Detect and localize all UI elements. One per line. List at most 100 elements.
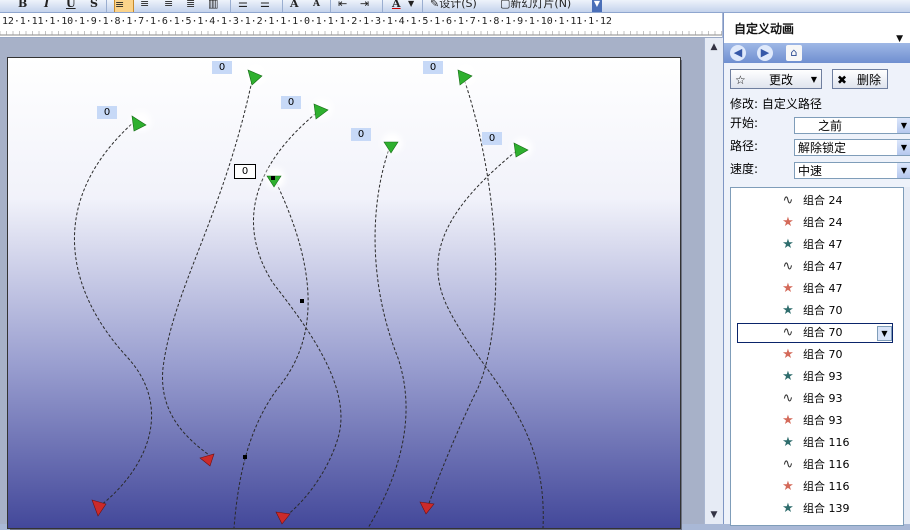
- bullets-button[interactable]: ☰: [260, 0, 270, 12]
- path-icon: ∿: [782, 259, 794, 274]
- path-icon: ∿: [782, 325, 794, 340]
- new-slide-label: 新幻灯片(N): [510, 0, 572, 10]
- ruler-labels: 12·1·11·1·10·1·9·1·8·1·7·1·6·1·5·1·4·1·3…: [2, 16, 612, 27]
- decrease-font-button[interactable]: A: [313, 0, 320, 12]
- align-left-button[interactable]: ≡: [114, 0, 134, 12]
- animation-order-tag[interactable]: 0: [423, 61, 443, 74]
- animation-list-item[interactable]: ∿ 组合 47: [731, 256, 903, 278]
- design-button[interactable]: ✎设计(S): [430, 0, 477, 12]
- columns-icon: ▥: [208, 0, 219, 10]
- italic-button[interactable]: I: [44, 0, 49, 12]
- path-icon: ∿: [782, 391, 794, 406]
- animation-order-tag[interactable]: 0: [234, 164, 256, 179]
- animation-item-label: 组合 47: [803, 260, 843, 273]
- animation-item-label: 组合 93: [803, 392, 843, 405]
- slide-canvas[interactable]: 0 0 0 0 0 0 0: [7, 57, 681, 529]
- change-effect-button[interactable]: ☆ 更改 ▼: [730, 69, 822, 89]
- animation-list-item[interactable]: ∿ 组合 116: [731, 454, 903, 476]
- animation-item-label: 组合 70: [803, 348, 843, 361]
- path-handle[interactable]: [243, 455, 247, 459]
- design-icon: ✎: [430, 0, 440, 10]
- align-right-button[interactable]: ≡: [164, 0, 173, 12]
- toolbar-options-button[interactable]: ▼: [592, 0, 602, 12]
- star-icon: ☆: [735, 73, 746, 87]
- animation-order-tag[interactable]: 0: [97, 106, 117, 119]
- chevron-down-icon: ▼: [593, 0, 601, 8]
- scroll-up-icon[interactable]: ▲: [707, 40, 721, 54]
- change-button-label: 更改: [769, 73, 794, 87]
- animation-list[interactable]: ∿ 组合 24 ★ 组合 24 ★ 组合 47 ∿ 组合 47 ★ 组合 47 ★ 组合 70 ∿ 组合 …: [730, 187, 904, 526]
- chevron-down-icon: ▼: [897, 118, 910, 133]
- animation-list-item[interactable]: ★ 组合 70: [731, 300, 903, 322]
- path-handle[interactable]: [271, 176, 275, 180]
- list-scrollbar[interactable]: [904, 187, 910, 524]
- bulleted-list-icon: ☰: [260, 0, 270, 10]
- animation-list-item[interactable]: ★ 组合 116: [731, 432, 903, 454]
- speed-select[interactable]: 中速 ▼: [794, 162, 910, 179]
- justify-button[interactable]: ≣: [186, 0, 195, 12]
- motion-path-4[interactable]: [233, 177, 309, 528]
- animation-item-label: 组合 47: [803, 282, 843, 295]
- indent-icon: ⇥: [360, 0, 370, 10]
- end-arrow-icon[interactable]: [275, 511, 291, 525]
- animation-list-item[interactable]: ★ 组合 70: [731, 344, 903, 366]
- increase-indent-button[interactable]: ⇥: [360, 0, 369, 12]
- motion-paths[interactable]: [8, 58, 680, 528]
- bold-button[interactable]: B: [18, 0, 27, 12]
- outdent-icon: ⇤: [338, 0, 348, 10]
- animation-list-item[interactable]: ∿ 组合 24: [731, 190, 903, 212]
- path-select[interactable]: 解除锁定 ▼: [794, 139, 910, 156]
- shadow-button[interactable]: S: [90, 0, 98, 12]
- modify-label: 修改: 自定义路径: [730, 97, 822, 111]
- motion-path-5[interactable]: [367, 145, 407, 528]
- increase-font-button[interactable]: A: [290, 0, 299, 12]
- font-color-dropdown[interactable]: ▼: [408, 0, 414, 12]
- start-select[interactable]: 之前 ▼: [794, 117, 910, 134]
- numbered-list-icon: ☰: [238, 0, 248, 10]
- underline-button[interactable]: U: [66, 0, 76, 12]
- animation-list-item[interactable]: ★ 组合 139: [731, 498, 903, 520]
- animation-list-item[interactable]: ★ 组合 116: [731, 476, 903, 498]
- chevron-down-icon: ▼: [408, 0, 415, 8]
- animation-list-item[interactable]: ∿ 组合 93: [731, 388, 903, 410]
- end-markers: [91, 453, 435, 525]
- star-icon: ★: [782, 435, 794, 450]
- align-center-button[interactable]: ≡: [140, 0, 149, 12]
- scroll-down-icon[interactable]: ▼: [707, 508, 721, 522]
- numbering-button[interactable]: ☰: [238, 0, 248, 12]
- motion-path-1[interactable]: [74, 120, 153, 507]
- font-color-button[interactable]: A: [392, 0, 401, 12]
- end-arrow-icon[interactable]: [199, 453, 215, 467]
- animation-list-item[interactable]: ★ 组合 24: [731, 212, 903, 234]
- path-icon: ∿: [782, 193, 794, 208]
- new-slide-button[interactable]: ▢新幻灯片(N): [500, 0, 571, 12]
- chevron-down-icon[interactable]: ▼: [877, 326, 892, 341]
- horizontal-ruler[interactable]: 12·1·11·1·10·1·9·1·8·1·7·1·6·1·5·1·4·1·3…: [0, 13, 722, 38]
- decrease-indent-button[interactable]: ⇤: [338, 0, 347, 12]
- vertical-scrollbar[interactable]: ▲ ▼: [704, 38, 723, 524]
- animation-order-tag[interactable]: 0: [212, 61, 232, 74]
- animation-order-tag[interactable]: 0: [482, 132, 502, 145]
- motion-path-7[interactable]: [437, 147, 544, 528]
- pane-title: 自定义动画 ▼: [724, 13, 910, 44]
- delete-effect-button[interactable]: ✖ 删除: [832, 69, 888, 89]
- animation-order-tag[interactable]: 0: [351, 128, 371, 141]
- animation-list-item[interactable]: ★ 组合 93: [731, 366, 903, 388]
- animation-list-item[interactable]: ∿ 组合 70 ▼: [736, 322, 894, 344]
- animation-list-item[interactable]: ★ 组合 93: [731, 410, 903, 432]
- back-icon[interactable]: ◀: [730, 45, 746, 61]
- forward-icon[interactable]: ▶: [757, 45, 773, 61]
- motion-path-2[interactable]: [162, 75, 254, 459]
- toolbar-separator: [422, 0, 423, 12]
- home-icon[interactable]: ⌂: [786, 45, 802, 61]
- animation-list-item[interactable]: ★ 组合 47: [731, 234, 903, 256]
- end-arrow-icon[interactable]: [419, 501, 435, 515]
- path-value: 解除锁定: [798, 141, 847, 155]
- animation-list-item[interactable]: ★ 组合 47: [731, 278, 903, 300]
- path-handle[interactable]: [300, 299, 304, 303]
- formatting-toolbar: B I U S ≡ ≡ ≡ ≣ ▥ ☰ ☰ A A ⇤ ⇥ A ▼ ✎设计(S)…: [0, 0, 910, 13]
- motion-path-3[interactable]: [253, 109, 342, 519]
- toolbar-separator: [282, 0, 283, 12]
- columns-button[interactable]: ▥: [208, 0, 218, 12]
- animation-order-tag[interactable]: 0: [281, 96, 301, 109]
